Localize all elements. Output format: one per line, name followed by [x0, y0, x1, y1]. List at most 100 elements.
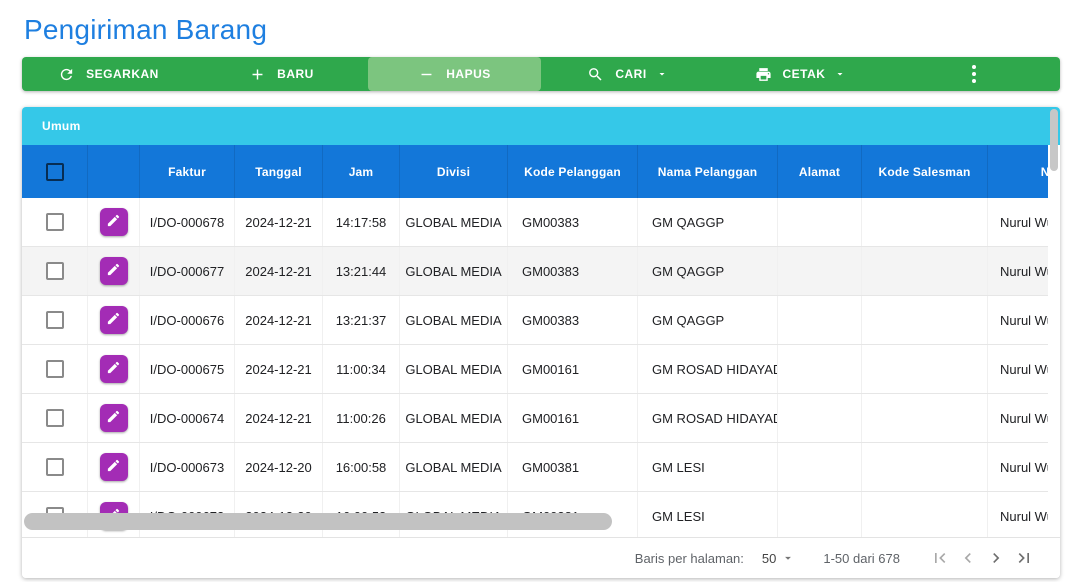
pencil-icon [106, 311, 121, 329]
cell-tanggal: 2024-12-21 [235, 296, 323, 344]
cell-tanggal: 2024-12-21 [235, 345, 323, 393]
search-button-label: CARI [615, 67, 646, 81]
pencil-icon [106, 360, 121, 378]
next-page-button[interactable] [982, 544, 1010, 572]
table-viewport: Faktur Tanggal Jam Divisi Kode Pelanggan… [22, 145, 1048, 537]
cell-jam: 16:00:58 [323, 443, 400, 491]
new-button-label: BARU [277, 67, 314, 81]
refresh-button[interactable]: SEGARKAN [22, 57, 195, 91]
cell-alamat [778, 345, 862, 393]
row-checkbox[interactable] [46, 360, 64, 378]
table-row: I/DO-0006742024-12-2111:00:26GLOBAL MEDI… [22, 394, 1048, 443]
row-checkbox[interactable] [46, 409, 64, 427]
edit-button[interactable] [100, 208, 128, 236]
pencil-icon [106, 213, 121, 231]
edit-button[interactable] [100, 355, 128, 383]
new-button[interactable]: BARU [195, 57, 368, 91]
row-select-cell [22, 443, 88, 491]
column-header-nama-pelanggan: Nama Pelanggan [638, 145, 778, 198]
cell-divisi: GLOBAL MEDIA [400, 394, 508, 442]
row-edit-cell [88, 198, 140, 246]
row-select-cell [22, 296, 88, 344]
cell-jam: 11:00:34 [323, 345, 400, 393]
cell-nama: Nurul Wu [988, 345, 1048, 393]
vertical-scrollbar-thumb[interactable] [1050, 109, 1058, 171]
delete-button-label: HAPUS [446, 67, 491, 81]
cell-nama-pelanggan: GM QAGGP [638, 198, 778, 246]
cell-nama-pelanggan: GM QAGGP [638, 247, 778, 295]
cell-alamat [778, 296, 862, 344]
cell-jam: 14:17:58 [323, 198, 400, 246]
row-select-cell [22, 198, 88, 246]
search-button[interactable]: CARI [541, 57, 714, 91]
cell-nama-pelanggan: GM LESI [638, 443, 778, 491]
horizontal-scrollbar-thumb[interactable] [24, 513, 612, 530]
cell-divisi: GLOBAL MEDIA [400, 296, 508, 344]
cell-kode-salesman [862, 443, 988, 491]
cell-faktur: I/DO-000674 [140, 394, 235, 442]
row-checkbox[interactable] [46, 311, 64, 329]
cell-jam: 11:00:26 [323, 394, 400, 442]
group-header: Umum [22, 107, 1060, 145]
column-header-divisi: Divisi [400, 145, 508, 198]
delete-button[interactable]: HAPUS [368, 57, 541, 91]
column-header-kode-salesman: Kode Salesman [862, 145, 988, 198]
cell-kode-salesman [862, 345, 988, 393]
edit-button[interactable] [100, 257, 128, 285]
cell-faktur: I/DO-000676 [140, 296, 235, 344]
cell-nama: Nurul Wu [988, 443, 1048, 491]
cell-kode-pelanggan: GM00383 [508, 247, 638, 295]
column-header-jam: Jam [323, 145, 400, 198]
row-edit-cell [88, 247, 140, 295]
cell-divisi: GLOBAL MEDIA [400, 345, 508, 393]
table-row: I/DO-0006782024-12-2114:17:58GLOBAL MEDI… [22, 198, 1048, 247]
chevron-down-icon[interactable] [781, 551, 795, 565]
print-button[interactable]: CETAK [714, 57, 887, 91]
cell-alamat [778, 443, 862, 491]
group-header-label: Umum [42, 119, 81, 133]
cell-tanggal: 2024-12-21 [235, 247, 323, 295]
row-select-cell [22, 345, 88, 393]
cell-kode-pelanggan: GM00161 [508, 345, 638, 393]
row-checkbox[interactable] [46, 458, 64, 476]
cell-kode-salesman [862, 198, 988, 246]
cell-nama: Nurul Wu [988, 296, 1048, 344]
previous-page-button[interactable] [954, 544, 982, 572]
edit-button[interactable] [100, 453, 128, 481]
cell-kode-salesman [862, 394, 988, 442]
row-checkbox[interactable] [46, 213, 64, 231]
refresh-icon [58, 66, 75, 83]
cell-tanggal: 2024-12-20 [235, 443, 323, 491]
select-all-checkbox[interactable] [46, 163, 64, 181]
plus-icon [249, 66, 266, 83]
table-row: I/DO-0006772024-12-2113:21:44GLOBAL MEDI… [22, 247, 1048, 296]
pagination-range: 1-50 dari 678 [823, 551, 900, 566]
print-button-label: CETAK [783, 67, 826, 81]
rows-per-page-select[interactable]: 50 [762, 551, 776, 566]
chevron-down-icon [656, 68, 668, 80]
table-row: I/DO-0006732024-12-2016:00:58GLOBAL MEDI… [22, 443, 1048, 492]
more-options-button[interactable] [887, 57, 1060, 91]
cell-kode-pelanggan: GM00161 [508, 394, 638, 442]
cell-faktur: I/DO-000675 [140, 345, 235, 393]
cell-alamat [778, 492, 862, 537]
cell-kode-pelanggan: GM00381 [508, 443, 638, 491]
row-edit-cell [88, 345, 140, 393]
column-header-kode-pelanggan: Kode Pelanggan [508, 145, 638, 198]
edit-button[interactable] [100, 306, 128, 334]
cell-nama-pelanggan: GM LESI [638, 492, 778, 537]
cell-kode-pelanggan: GM00383 [508, 296, 638, 344]
last-page-button[interactable] [1010, 544, 1038, 572]
pencil-icon [106, 458, 121, 476]
cell-faktur: I/DO-000677 [140, 247, 235, 295]
cell-nama-pelanggan: GM ROSAD HIDAYAD [638, 345, 778, 393]
column-header-edit [88, 145, 140, 198]
edit-button[interactable] [100, 404, 128, 432]
cell-alamat [778, 198, 862, 246]
row-edit-cell [88, 394, 140, 442]
printer-icon [755, 66, 772, 83]
cell-nama: Nurul Wu [988, 394, 1048, 442]
first-page-button[interactable] [926, 544, 954, 572]
row-checkbox[interactable] [46, 262, 64, 280]
cell-divisi: GLOBAL MEDIA [400, 443, 508, 491]
